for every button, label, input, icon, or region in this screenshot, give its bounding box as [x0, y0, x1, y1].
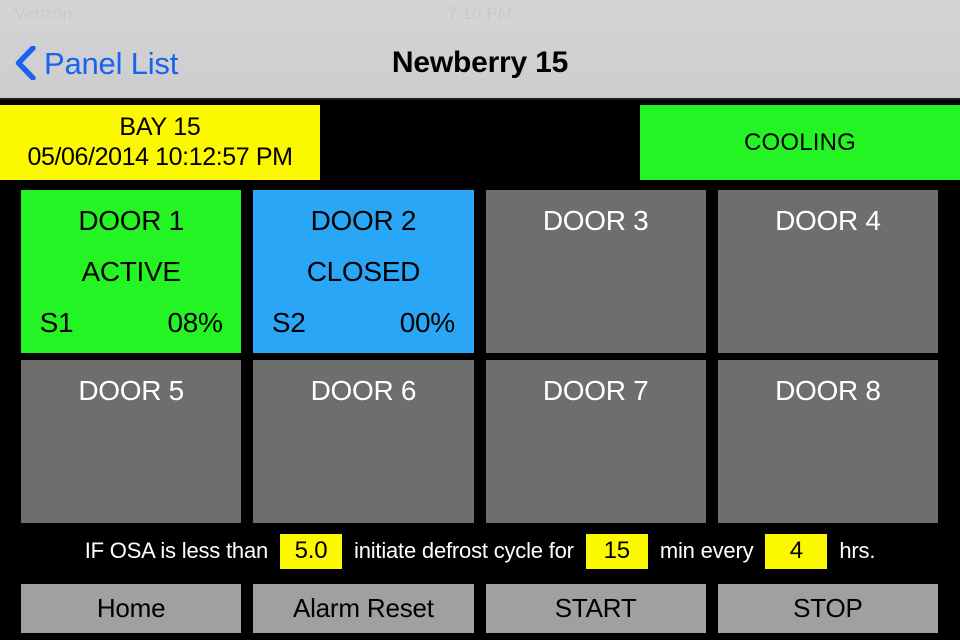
status-bar: Verizon 7:10 PM — [0, 0, 960, 28]
navigation-bar: Panel List Newberry 15 — [0, 28, 960, 100]
start-button[interactable]: START — [485, 584, 706, 633]
system-mode-label: COOLING — [743, 128, 857, 156]
status-bar-carrier: Verizon — [14, 4, 73, 23]
door-status: CLOSED — [306, 255, 421, 287]
door-sensor-label: S1 — [39, 306, 74, 338]
chevron-left-icon — [14, 46, 36, 80]
door-tile-1[interactable]: DOOR 1 ACTIVE S1 08% — [21, 190, 242, 353]
door-tile-7[interactable]: DOOR 7 — [485, 360, 706, 523]
door-title: DOOR 2 — [310, 205, 417, 236]
door-tile-4[interactable]: DOOR 4 — [717, 190, 938, 353]
bay-info-panel[interactable]: BAY 15 05/06/2014 10:12:57 PM — [0, 105, 320, 180]
defrost-interval-field[interactable]: 4 — [765, 533, 828, 569]
page-title: Newberry 15 — [391, 46, 569, 79]
door-tile-5[interactable]: DOOR 5 — [21, 360, 242, 523]
door-row-top: DOOR 1 ACTIVE S1 08% DOOR 2 CLOSED S2 00… — [21, 190, 938, 353]
osa-threshold-field[interactable]: 5.0 — [280, 533, 343, 569]
home-button[interactable]: Home — [21, 584, 242, 633]
defrost-text-interval-prefix: min every — [659, 538, 754, 563]
door-status: ACTIVE — [81, 255, 181, 287]
door-title: DOOR 4 — [775, 205, 881, 236]
back-button-label: Panel List — [44, 45, 179, 81]
door-tile-3[interactable]: DOOR 3 — [485, 190, 706, 353]
defrost-duration-field[interactable]: 15 — [585, 533, 648, 569]
door-title: DOOR 7 — [542, 375, 649, 406]
panel-detail-screen: Verizon 7:10 PM Panel List Newberry 15 B… — [0, 0, 960, 640]
door-title: DOOR 5 — [78, 375, 184, 406]
door-sensor-value: 00% — [399, 306, 455, 338]
door-title: DOOR 8 — [775, 375, 881, 406]
alarm-reset-button[interactable]: Alarm Reset — [253, 584, 474, 633]
status-bar-clock: 7:10 PM — [447, 4, 513, 23]
door-title: DOOR 1 — [78, 205, 184, 236]
bay-name-label: BAY 15 — [119, 113, 201, 141]
defrost-settings-row: IF OSA is less than 5.0 initiate defrost… — [0, 526, 960, 576]
door-title: DOOR 3 — [542, 205, 649, 236]
banner-row: BAY 15 05/06/2014 10:12:57 PM COOLING — [0, 103, 960, 182]
door-sensor-value: 08% — [167, 306, 223, 338]
door-sensor-label: S2 — [271, 306, 306, 338]
door-tile-2[interactable]: DOOR 2 CLOSED S2 00% — [253, 190, 474, 353]
stop-button[interactable]: STOP — [717, 584, 938, 633]
system-mode-status-badge[interactable]: COOLING — [640, 105, 960, 180]
door-tile-8[interactable]: DOOR 8 — [717, 360, 938, 523]
back-to-panel-list-button[interactable]: Panel List — [14, 46, 178, 80]
door-row-bottom: DOOR 5 DOOR 6 DOOR 7 DOOR 8 — [21, 360, 938, 523]
command-button-bar: Home Alarm Reset START STOP — [21, 584, 938, 633]
door-sensor-reading: S1 08% — [40, 307, 223, 339]
defrost-text-osa-prefix: IF OSA is less than — [84, 538, 269, 563]
door-title: DOOR 6 — [310, 375, 417, 406]
defrost-text-cycle-prefix: initiate defrost cycle for — [354, 538, 574, 563]
defrost-text-hours-suffix: hrs. — [839, 538, 876, 563]
door-grid: DOOR 1 ACTIVE S1 08% DOOR 2 CLOSED S2 00… — [21, 190, 938, 530]
bay-timestamp-label: 05/06/2014 10:12:57 PM — [27, 142, 293, 171]
door-sensor-reading: S2 00% — [272, 307, 455, 339]
door-tile-6[interactable]: DOOR 6 — [253, 360, 474, 523]
